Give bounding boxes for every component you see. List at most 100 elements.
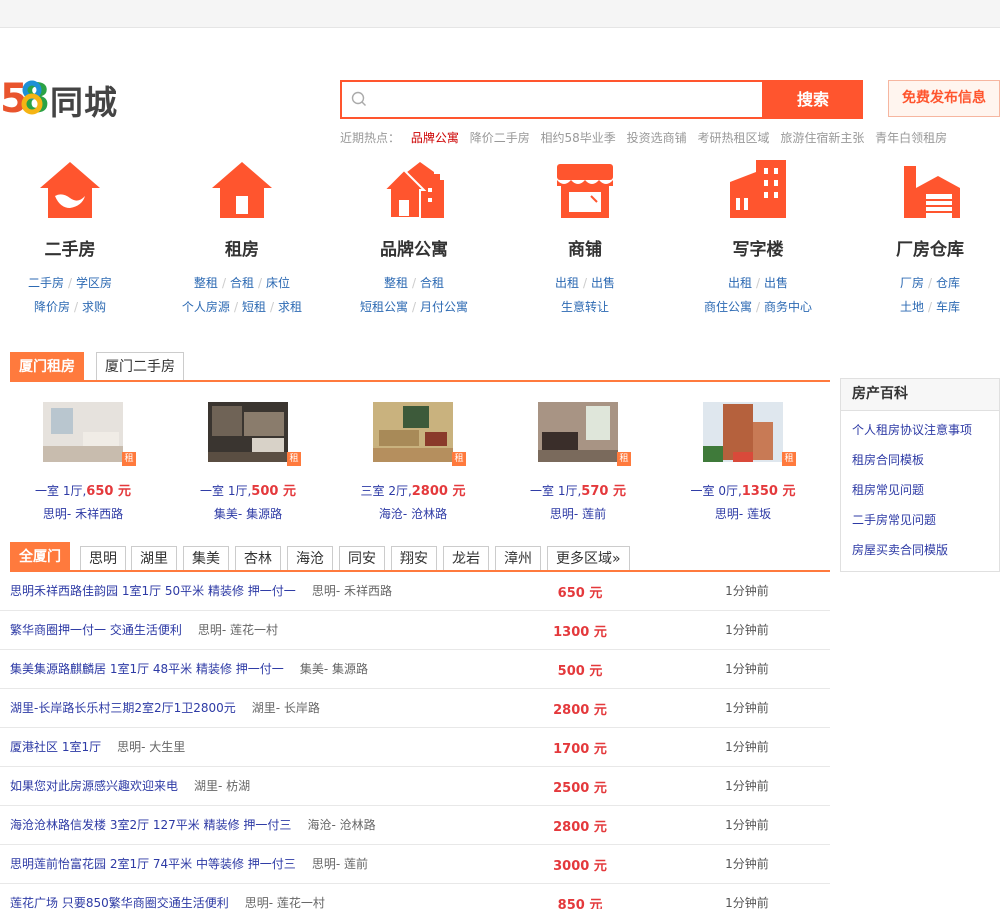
listing-photo[interactable]: 租 [538,402,631,466]
category-shop[interactable]: 商铺 出租 / 出售 生意转让 [500,158,670,319]
featured-listing[interactable]: 租 三室 2厅,2800 元 海沧- 沧林路 [338,402,488,523]
table-row[interactable]: 湖里-长岸路长乐村三期2室2厅1卫2800元 湖里- 长岸路 2800 元 1分钟… [0,689,830,728]
row-title[interactable]: 海沧沧林路信发楼 3室2厅 127平米 精装修 押一付三 [10,818,291,832]
tab-more-areas[interactable]: 更多区域» [547,546,630,570]
category-link[interactable]: 短租公寓 [360,300,408,314]
category-rent[interactable]: 租房 整租 / 合租 / 床位 个人房源 / 短租 / 求租 [157,158,327,319]
search-box[interactable] [340,80,764,119]
table-row[interactable]: 如果您对此房源感兴趣欢迎来电 湖里- 枋湖 2500 元 1分钟前 [0,767,830,806]
table-row[interactable]: 厦港社区 1室1厅 思明- 大生里 1700 元 1分钟前 [0,728,830,767]
table-row[interactable]: 思明莲前怡富花园 2室1厅 74平米 中等装修 押一付三 思明- 莲前 3000 … [0,845,830,884]
category-brand-apartment[interactable]: 品牌公寓 整租 / 合租 短租公寓 / 月付公寓 [329,158,499,319]
tab-area[interactable]: 龙岩 [443,546,489,570]
listing-photo[interactable]: 租 [373,402,466,466]
category-link[interactable]: 厂房 [900,276,924,290]
search-input[interactable] [376,82,756,117]
listing-location[interactable]: 思明- 禾祥西路 [8,505,158,523]
row-price: 650 元 [557,586,603,601]
category-link[interactable]: 合租 [230,276,254,290]
table-row[interactable]: 莲花广场 只要850繁华商圈交通生活便利 思明- 莲花一村 850 元 1分钟前 [0,884,830,909]
sidebar-link[interactable]: 个人租房协议注意事项 [841,415,999,445]
row-title[interactable]: 繁华商圈押一付一 交通生活便利 [10,623,182,637]
category-link[interactable]: 出售 [764,276,788,290]
row-title[interactable]: 厦港社区 1室1厅 [10,740,101,754]
listing-location[interactable]: 集美- 集源路 [173,505,323,523]
hot-label: 近期热点： [340,131,401,145]
listing-photo[interactable]: 租 [208,402,301,466]
tab-xiamen-second-hand[interactable]: 厦门二手房 [96,352,184,380]
category-link[interactable]: 出租 [728,276,752,290]
featured-listing[interactable]: 租 一室 1厅,570 元 思明- 莲前 [503,402,653,523]
row-title[interactable]: 莲花广场 只要850繁华商圈交通生活便利 [10,896,229,909]
category-link[interactable]: 仓库 [936,276,960,290]
category-link[interactable]: 个人房源 [182,300,230,314]
hot-link[interactable]: 青年白领租房 [875,131,947,145]
tab-area[interactable]: 海沧 [287,546,333,570]
category-link[interactable]: 整租 [384,276,408,290]
table-row[interactable]: 繁华商圈押一付一 交通生活便利 思明- 莲花一村 1300 元 1分钟前 [0,611,830,650]
row-area: 思明- 莲花一村 [244,896,325,909]
category-link[interactable]: 车库 [936,300,960,314]
row-area: 思明- 莲花一村 [197,623,278,637]
category-office[interactable]: 写字楼 出租 / 出售 商住公寓 / 商务中心 [673,158,843,319]
category-link[interactable]: 求购 [82,300,106,314]
row-title[interactable]: 思明莲前怡富花园 2室1厅 74平米 中等装修 押一付三 [10,857,296,871]
category-link[interactable]: 学区房 [76,276,112,290]
hot-link[interactable]: 旅游住宿新主张 [780,131,864,145]
table-row[interactable]: 海沧沧林路信发楼 3室2厅 127平米 精装修 押一付三 海沧- 沧林路 2800… [0,806,830,845]
featured-listing[interactable]: 租 一室 1厅,650 元 思明- 禾祥西路 [8,402,158,523]
category-link[interactable]: 整租 [194,276,218,290]
category-second-hand[interactable]: 二手房 二手房 / 学区房 降价房 / 求购 [0,158,155,319]
listing-photo[interactable]: 租 [43,402,136,466]
category-link[interactable]: 出租 [555,276,579,290]
category-link[interactable]: 出售 [591,276,615,290]
tab-xiamen-rent[interactable]: 厦门租房 [10,352,84,382]
category-link[interactable]: 求租 [278,300,302,314]
sidebar-link[interactable]: 租房常见问题 [841,475,999,505]
row-title[interactable]: 集美集源路麒麟居 1室1厅 48平米 精装修 押一付一 [10,662,284,676]
row-title[interactable]: 如果您对此房源感兴趣欢迎来电 [10,779,178,793]
category-link[interactable]: 生意转让 [561,300,609,314]
category-link[interactable]: 床位 [266,276,290,290]
row-title[interactable]: 思明禾祥西路佳韵园 1室1厅 50平米 精装修 押一付一 [10,584,296,598]
area-tabs: 全厦门 思明 湖里 集美 杏林 海沧 同安 翔安 龙岩 漳州 更多区域» [10,542,830,572]
listing-location[interactable]: 海沧- 沧林路 [338,505,488,523]
table-row[interactable]: 集美集源路麒麟居 1室1厅 48平米 精装修 押一付一 集美- 集源路 500 元… [0,650,830,689]
category-link[interactable]: 二手房 [28,276,64,290]
tab-area[interactable]: 湖里 [131,546,177,570]
row-title[interactable]: 湖里-长岸路长乐村三期2室2厅1卫2800元 [10,701,236,715]
category-factory[interactable]: 厂房仓库 厂房 / 仓库 土地 / 车库 [845,158,1000,319]
tab-area[interactable]: 集美 [183,546,229,570]
category-link[interactable]: 月付公寓 [420,300,468,314]
featured-listing[interactable]: 租 一室 0厅,1350 元 思明- 莲坂 [668,402,818,523]
category-link[interactable]: 合租 [420,276,444,290]
hot-link[interactable]: 投资选商铺 [627,131,687,145]
listing-location[interactable]: 思明- 莲前 [503,505,653,523]
hot-link[interactable]: 降价二手房 [470,131,530,145]
tab-area[interactable]: 漳州 [495,546,541,570]
listing-photo[interactable]: 租 [703,402,796,466]
listing-location[interactable]: 思明- 莲坂 [668,505,818,523]
category-link[interactable]: 降价房 [34,300,70,314]
tab-area-all[interactable]: 全厦门 [10,542,70,570]
category-link[interactable]: 土地 [900,300,924,314]
tab-area[interactable]: 同安 [339,546,385,570]
tab-area[interactable]: 思明 [80,546,126,570]
category-link[interactable]: 短租 [242,300,266,314]
hot-link[interactable]: 考研热租区域 [697,131,769,145]
hot-link[interactable]: 相约58毕业季 [541,131,616,145]
sidebar-link[interactable]: 租房合同模板 [841,445,999,475]
tab-area[interactable]: 杏林 [235,546,281,570]
tab-area[interactable]: 翔安 [391,546,437,570]
site-logo[interactable]: 5 8 同城 [0,74,120,122]
category-link[interactable]: 商务中心 [764,300,812,314]
row-price: 850 元 [557,898,603,909]
hot-link[interactable]: 品牌公寓 [411,131,459,145]
sidebar-link[interactable]: 二手房常见问题 [841,505,999,535]
table-row[interactable]: 思明禾祥西路佳韵园 1室1厅 50平米 精装修 押一付一 思明- 禾祥西路 650… [0,572,830,611]
search-button[interactable]: 搜索 [763,80,863,119]
post-free-button[interactable]: 免费发布信息 [888,80,1000,117]
category-link[interactable]: 商住公寓 [704,300,752,314]
featured-listing[interactable]: 租 一室 1厅,500 元 集美- 集源路 [173,402,323,523]
sidebar-link[interactable]: 房屋买卖合同模版 [841,535,999,565]
